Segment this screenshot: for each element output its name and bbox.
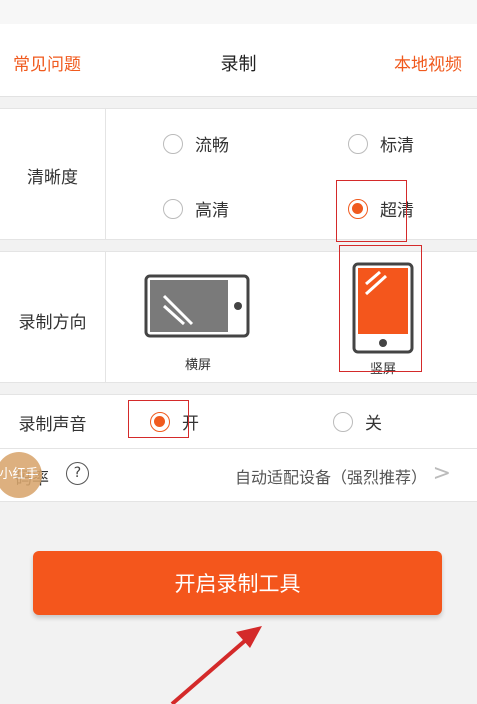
chevron-right-icon: > [432, 461, 451, 486]
resolution-section: 清晰度 流畅 标清 高清 超清 [0, 108, 477, 242]
annotation-box [128, 400, 189, 438]
radio-icon [163, 133, 183, 154]
resolution-option-standard[interactable]: 标清 [348, 131, 414, 156]
resolution-option-high[interactable]: 高清 [163, 196, 229, 221]
status-bar [0, 0, 477, 24]
nav-bar: 常见问题 录制 本地视频 [0, 24, 477, 97]
radio-icon [348, 133, 368, 154]
sound-label: 录制声音 [18, 415, 87, 435]
radio-icon [163, 198, 183, 219]
sound-rate-section: 录制声音 开 关 码率 ? 自动适配设备（强烈推荐） > [0, 394, 477, 502]
start-recording-button[interactable]: 开启录制工具 [33, 551, 442, 615]
rate-row[interactable]: 码率 ? 自动适配设备（强烈推荐） > [0, 448, 477, 501]
divider [105, 252, 106, 382]
option-label: 高清 [195, 201, 229, 221]
radio-icon [333, 411, 353, 432]
local-video-link[interactable]: 本地视频 [394, 50, 462, 75]
divider [105, 109, 106, 239]
help-icon[interactable]: ? [66, 462, 89, 485]
resolution-option-smooth[interactable]: 流畅 [163, 131, 229, 156]
resolution-label: 清晰度 [27, 168, 78, 188]
landscape-label: 横屏 [184, 358, 211, 373]
option-label: 标清 [380, 136, 414, 156]
landscape-phone-icon [144, 274, 250, 338]
orientation-section: 录制方向 横屏 竖屏 [0, 245, 477, 383]
annotation-box [336, 180, 407, 242]
option-label: 关 [365, 414, 382, 434]
sound-option-off[interactable]: 关 [333, 409, 382, 434]
rate-value: 自动适配设备（强烈推荐） [234, 468, 427, 487]
option-label: 流畅 [195, 136, 229, 156]
orientation-option-landscape[interactable]: 横屏 [140, 272, 256, 373]
annotation-box [339, 245, 422, 372]
orientation-label: 录制方向 [18, 313, 87, 333]
